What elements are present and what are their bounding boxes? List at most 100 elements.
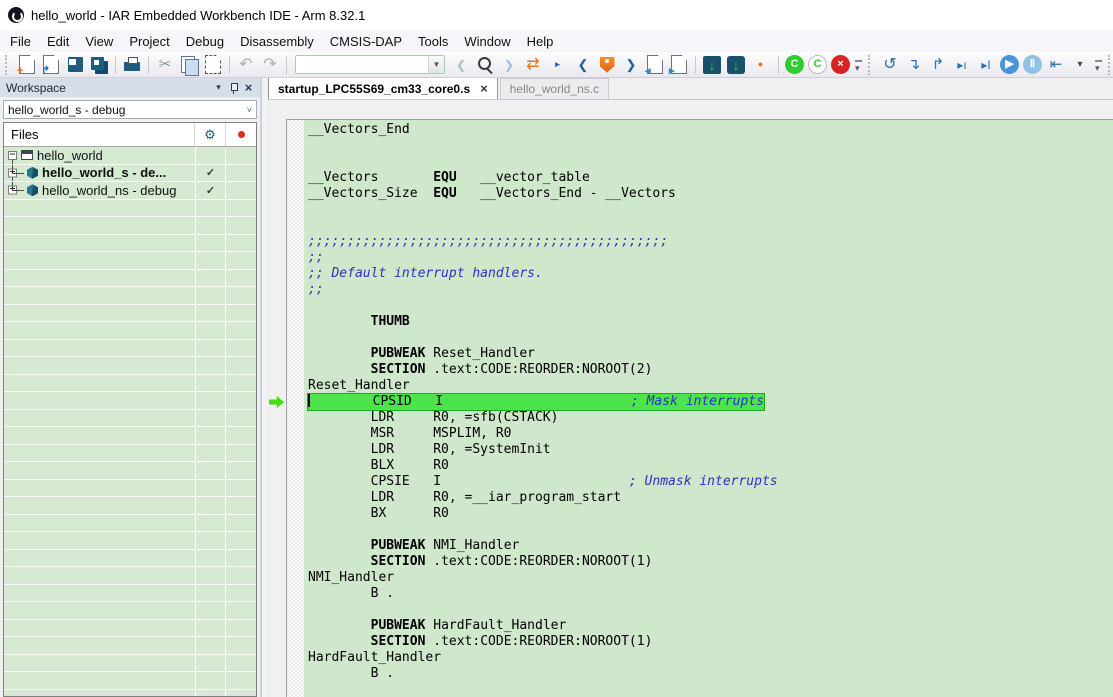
collapse-box-icon[interactable]: − xyxy=(8,151,17,160)
code-line[interactable]: ;; xyxy=(308,250,1113,266)
new-document-button[interactable]: + xyxy=(16,54,38,76)
find-input[interactable] xyxy=(296,56,428,73)
find-button[interactable] xyxy=(474,54,496,76)
breakpoint-margin[interactable] xyxy=(287,120,304,697)
menu-item-cmsis-dap[interactable]: CMSIS-DAP xyxy=(322,32,410,51)
code-line[interactable]: THUMB xyxy=(308,314,1113,330)
code-line[interactable]: SECTION .text:CODE:REORDER:NOROOT(2) xyxy=(308,362,1113,378)
code-line[interactable]: LDR R0, =SystemInit xyxy=(308,442,1113,458)
toggle-bookmark-button[interactable] xyxy=(596,54,618,76)
run-to-cursor-button[interactable]: ▶ xyxy=(1000,55,1019,74)
next-bookmark-button[interactable]: ❯ xyxy=(620,54,642,76)
workspace-menu-dropdown-icon[interactable]: ▾ xyxy=(211,80,226,95)
paste-button[interactable] xyxy=(202,54,224,76)
code-line[interactable] xyxy=(308,298,1113,314)
code-line[interactable]: HardFault_Handler xyxy=(308,650,1113,666)
code-line[interactable]: ;; Default interrupt handlers. xyxy=(308,266,1113,282)
panel-splitter[interactable] xyxy=(260,78,267,697)
previous-file-button[interactable]: ◂ xyxy=(644,54,666,76)
menu-item-debug[interactable]: Debug xyxy=(178,32,232,51)
browse-back-button[interactable]: ❮ xyxy=(450,54,472,76)
pause-button[interactable]: Ⅱ xyxy=(1023,55,1042,74)
menu-item-disassembly[interactable]: Disassembly xyxy=(232,32,322,51)
code-line[interactable]: PUBWEAK Reset_Handler xyxy=(308,346,1113,362)
code-line[interactable]: B . xyxy=(308,666,1113,682)
tab-close-icon[interactable]: × xyxy=(480,82,488,95)
code-line[interactable]: BLX R0 xyxy=(308,458,1113,474)
find-dropdown-icon[interactable]: ▼ xyxy=(428,56,444,73)
copy-button[interactable] xyxy=(178,54,200,76)
step-over-button[interactable]: ↱ xyxy=(927,54,949,76)
tree-row-hello_world_sde[interactable]: +hello_world_s - de...✓ xyxy=(4,165,256,183)
browse-forward-button[interactable]: ❯ xyxy=(498,54,520,76)
download-and-debug-button[interactable]: ↓ xyxy=(725,54,747,76)
find-combo[interactable]: ▼ xyxy=(295,55,445,74)
code-line[interactable]: ;; xyxy=(308,282,1113,298)
code-line[interactable]: LDR R0, =sfb(CSTACK) xyxy=(308,410,1113,426)
code-line[interactable]: CPSIE I ; Unmask interrupts xyxy=(308,474,1113,490)
reload-button[interactable]: C xyxy=(808,55,827,74)
print-button[interactable] xyxy=(121,54,143,76)
code-line[interactable]: __Vectors_End xyxy=(308,122,1113,138)
menu-item-window[interactable]: Window xyxy=(456,32,518,51)
save-all-button[interactable] xyxy=(88,54,110,76)
code-line[interactable]: NMI_Handler xyxy=(308,570,1113,586)
code-line[interactable]: B . xyxy=(308,586,1113,602)
next-file-button[interactable]: ▸ xyxy=(668,54,690,76)
code-line[interactable]: SECTION .text:CODE:REORDER:NOROOT(1) xyxy=(308,634,1113,650)
previous-bookmark-button[interactable]: ❮ xyxy=(572,54,594,76)
menu-item-view[interactable]: View xyxy=(77,32,121,51)
menu-item-file[interactable]: File xyxy=(2,32,39,51)
expand-box-icon[interactable]: + xyxy=(8,168,17,177)
code-line[interactable] xyxy=(308,218,1113,234)
workspace-config-selector[interactable]: hello_world_s - debug ˅ xyxy=(3,100,257,119)
code-line[interactable]: PUBWEAK HardFault_Handler xyxy=(308,618,1113,634)
code-line[interactable] xyxy=(308,202,1113,218)
go-button[interactable]: C xyxy=(785,55,804,74)
stop-button[interactable]: × xyxy=(831,55,850,74)
menu-item-tools[interactable]: Tools xyxy=(410,32,456,51)
editor-gutter[interactable] xyxy=(267,100,286,697)
menu-item-edit[interactable]: Edit xyxy=(39,32,77,51)
workspace-close-icon[interactable]: × xyxy=(241,80,256,96)
editor-tab-startup_LPC55S69_cm33_core0s[interactable]: startup_LPC55S69_cm33_core0.s× xyxy=(268,78,498,99)
code-line[interactable]: ;;;;;;;;;;;;;;;;;;;;;;;;;;;;;;;;;;;;;;;;… xyxy=(308,234,1113,250)
reset-button[interactable]: ↺ xyxy=(879,54,901,76)
code-line[interactable]: Reset_Handler xyxy=(308,378,1113,394)
expand-box-icon[interactable]: + xyxy=(8,186,17,195)
open-document-button[interactable]: ↱ xyxy=(40,54,62,76)
break-button[interactable]: ↴ xyxy=(903,54,925,76)
step-into-button[interactable]: ▸ı xyxy=(951,54,973,76)
cut-button[interactable]: ✂ xyxy=(154,54,176,76)
code-line[interactable] xyxy=(308,330,1113,346)
tree-row-hello_world[interactable]: −hello_world xyxy=(4,147,256,165)
debug-log-button[interactable]: ● xyxy=(749,54,773,76)
stop-debugging-button[interactable]: ⇤ xyxy=(1045,54,1067,76)
make-button[interactable]: ↓ xyxy=(701,54,723,76)
step-out-button[interactable]: ▸I xyxy=(975,54,997,76)
undo-button[interactable]: ↶ xyxy=(235,54,257,76)
code-line[interactable]: SECTION .text:CODE:REORDER:NOROOT(1) xyxy=(308,554,1113,570)
find-in-files-button[interactable]: ▸ xyxy=(546,54,570,76)
code-line[interactable]: MSR MSPLIM, R0 xyxy=(308,426,1113,442)
code-line[interactable] xyxy=(308,154,1113,170)
debug-options-dropdown[interactable]: ▾ xyxy=(1069,54,1091,76)
workspace-pin-icon[interactable] xyxy=(226,80,241,95)
editor-tab-hello_world_nsc[interactable]: hello_world_ns.c xyxy=(500,78,609,99)
code-line[interactable]: CPSID I ; Mask interrupts xyxy=(308,394,1113,410)
toggle-search-button[interactable]: ⇄ xyxy=(522,54,544,76)
code-line[interactable]: __Vectors EQU __vector_table xyxy=(308,170,1113,186)
tree-row-hello_world_nsdebug[interactable]: +hello_world_ns - debug✓ xyxy=(4,182,256,200)
code-line[interactable] xyxy=(308,522,1113,538)
menu-item-project[interactable]: Project xyxy=(121,32,177,51)
code-area[interactable]: __Vectors_End __Vectors EQU __vector_tabl… xyxy=(304,120,1113,697)
menu-item-help[interactable]: Help xyxy=(519,32,562,51)
code-line[interactable] xyxy=(308,138,1113,154)
code-line[interactable]: LDR R0, =__iar_program_start xyxy=(308,490,1113,506)
code-line[interactable]: __Vectors_Size EQU __Vectors_End - __Vec… xyxy=(308,186,1113,202)
save-button[interactable] xyxy=(64,54,86,76)
redo-button[interactable]: ↷ xyxy=(259,54,281,76)
code-line[interactable]: BX R0 xyxy=(308,506,1113,522)
code-line[interactable] xyxy=(308,602,1113,618)
code-line[interactable]: PUBWEAK NMI_Handler xyxy=(308,538,1113,554)
